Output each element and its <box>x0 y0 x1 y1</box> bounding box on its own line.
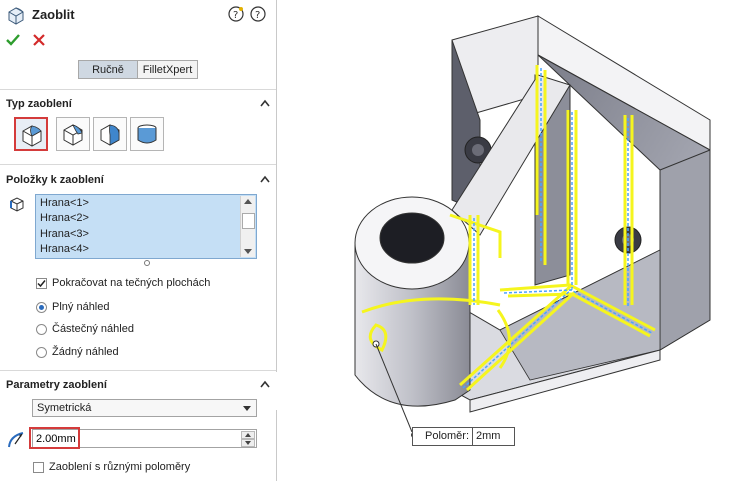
edge-selection-icon <box>10 197 24 212</box>
spin-down-arrow-icon <box>245 441 251 445</box>
preview-none-label: Žádný náhled <box>52 346 119 358</box>
property-manager-panel: Zaoblit ? ? Ručně FilletXpert Typ zaoble… <box>0 0 277 481</box>
graphics-viewport[interactable]: Poloměr: 2mm <box>277 0 750 481</box>
constant-size-fillet-button[interactable] <box>14 117 48 151</box>
radius-callout-value[interactable]: 2mm <box>473 428 514 445</box>
tangent-propagation-checkbox[interactable] <box>36 278 47 289</box>
radius-callout[interactable]: Poloměr: 2mm <box>412 427 516 446</box>
fillet-method-dropdown[interactable]: Symetrická <box>32 399 257 417</box>
panel-title-row: Zaoblit ? ? <box>6 5 272 25</box>
section-header-items[interactable]: Položky k zaoblení <box>0 170 276 190</box>
chevron-up-icon[interactable] <box>260 99 270 107</box>
cancel-button[interactable] <box>32 33 46 47</box>
list-item[interactable]: Hrana<3> <box>40 228 89 240</box>
list-item[interactable]: Hrana<4> <box>40 243 89 255</box>
tangent-propagation-label: Pokračovat na tečných plochách <box>52 277 211 289</box>
section-title-items: Položky k zaoblení <box>6 174 104 186</box>
selected-edges-list[interactable]: Hrana<1> Hrana<2> Hrana<3> Hrana<4> <box>35 194 257 259</box>
fillet-method-value: Symetrická <box>37 402 92 414</box>
ok-button[interactable] <box>6 33 20 47</box>
multi-radius-checkbox[interactable] <box>33 462 44 473</box>
svg-text:?: ? <box>233 10 238 21</box>
section-divider <box>0 164 276 165</box>
list-item[interactable]: Hrana<1> <box>40 197 89 209</box>
section-title-parameters: Parametry zaoblení <box>6 379 107 391</box>
chevron-up-icon[interactable] <box>260 380 270 388</box>
full-round-fillet-button[interactable] <box>130 117 164 151</box>
preview-none-radio[interactable] <box>36 347 47 358</box>
spin-up-arrow-icon <box>245 433 251 437</box>
face-fillet-icon <box>100 124 120 146</box>
chevron-down-icon[interactable] <box>243 406 251 411</box>
radius-callout-label: Poloměr: <box>413 428 474 445</box>
constant-size-fillet-icon <box>22 125 42 147</box>
preview-full-radio[interactable] <box>36 302 47 313</box>
help-icon[interactable]: ? <box>250 6 266 22</box>
chevron-up-icon[interactable] <box>260 175 270 183</box>
section-header-fillet-type[interactable]: Typ zaoblení <box>0 94 276 114</box>
preview-partial-radio[interactable] <box>36 324 47 335</box>
section-title-fillet-type: Typ zaoblení <box>6 98 72 110</box>
scroll-thumb[interactable] <box>242 213 255 229</box>
scroll-up-arrow-icon[interactable] <box>244 198 252 204</box>
variable-size-fillet-icon <box>63 124 83 146</box>
checkmark-icon <box>37 280 46 288</box>
multi-radius-label: Zaoblení s různými poloměry <box>49 461 191 473</box>
section-divider <box>0 370 276 371</box>
preview-partial-label: Částečný náhled <box>52 323 134 335</box>
fillet-feature-icon <box>8 7 24 25</box>
list-scrollbar[interactable] <box>240 196 255 257</box>
resize-handle-icon[interactable] <box>143 259 151 267</box>
variable-size-fillet-button[interactable] <box>56 117 90 151</box>
list-item[interactable]: Hrana<2> <box>40 212 89 224</box>
spin-up-button[interactable] <box>241 431 255 439</box>
spin-down-button[interactable] <box>241 439 255 447</box>
full-round-fillet-icon <box>137 124 157 144</box>
tab-manual[interactable]: Ručně <box>78 60 138 79</box>
radius-icon <box>8 432 24 448</box>
face-fillet-button[interactable] <box>93 117 127 151</box>
preview-full-label: Plný náhled <box>52 301 110 313</box>
radius-input-highlight <box>29 427 80 449</box>
section-divider <box>0 89 276 90</box>
whats-new-help-icon[interactable]: ? <box>228 6 244 22</box>
panel-title: Zaoblit <box>32 7 75 22</box>
section-header-parameters[interactable]: Parametry zaoblení <box>0 375 276 395</box>
scroll-down-arrow-icon[interactable] <box>244 249 252 255</box>
svg-text:?: ? <box>255 10 260 21</box>
tab-filletxpert[interactable]: FilletXpert <box>137 60 198 79</box>
bracket-model[interactable] <box>277 0 750 481</box>
